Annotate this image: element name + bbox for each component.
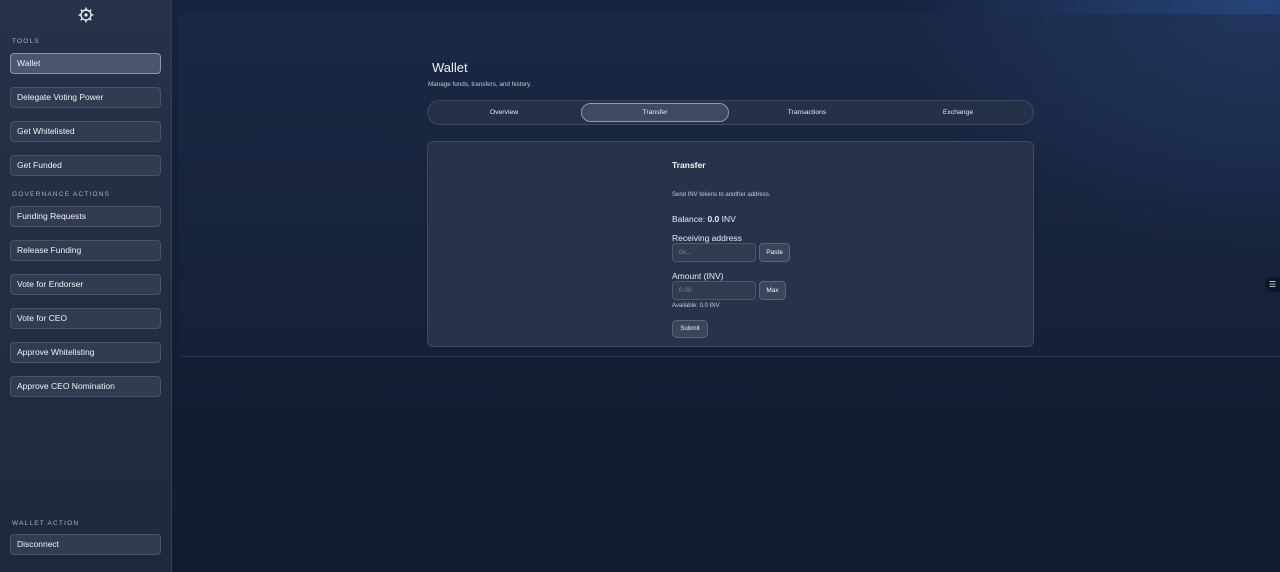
- receiving-address-input[interactable]: 0x...: [672, 243, 756, 262]
- amount-label: Amount (INV): [672, 271, 724, 281]
- sidebar-item-funding-requests[interactable]: Funding Requests: [10, 206, 161, 227]
- page-subtitle: Manage funds, transfers, and history.: [428, 81, 532, 88]
- filter-list-icon: ☰: [1268, 280, 1277, 289]
- sidebar-item-approve-whitelisting[interactable]: Approve Whitelisting: [10, 342, 161, 363]
- transfer-title: Transfer: [672, 160, 706, 170]
- balance-display: Balance: 0.0 INV: [672, 214, 736, 224]
- amount-input[interactable]: 0.00: [672, 281, 756, 300]
- governance-section-label: GOVERNANCE ACTIONS: [12, 191, 111, 198]
- tab-transactions[interactable]: Transactions: [733, 103, 881, 122]
- balance-label: Balance:: [672, 214, 706, 224]
- paste-button[interactable]: Paste: [759, 243, 790, 262]
- tools-section-label: TOOLS: [12, 38, 40, 45]
- page-title: Wallet: [432, 60, 468, 75]
- sidebar-item-delegate-voting-power[interactable]: Delegate Voting Power: [10, 87, 161, 108]
- tab-overview[interactable]: Overview: [430, 103, 578, 122]
- sidebar-item-vote-for-ceo[interactable]: Vote for CEO: [10, 308, 161, 329]
- sidebar-item-vote-for-endorser[interactable]: Vote for Endorser: [10, 274, 161, 295]
- wallet-action-section-label: WALLET ACTION: [12, 520, 80, 527]
- transfer-subtitle: Send INV tokens to another address.: [672, 192, 771, 198]
- tab-transfer[interactable]: Transfer: [581, 103, 729, 122]
- balance-unit: INV: [721, 214, 736, 224]
- sidebar-item-get-funded[interactable]: Get Funded: [10, 155, 161, 176]
- sidebar-item-approve-ceo-nomination[interactable]: Approve CEO Nomination: [10, 376, 161, 397]
- sidebar-item-wallet[interactable]: Wallet: [10, 53, 161, 74]
- receiving-address-label: Receiving address: [672, 233, 742, 243]
- wallet-tabs: Overview Transfer Transactions Exchange: [427, 100, 1034, 125]
- side-panel-toggle[interactable]: ☰: [1265, 277, 1280, 292]
- sidebar-item-get-whitelisted[interactable]: Get Whitelisted: [10, 121, 161, 142]
- available-balance-text: Available: 0.0 INV: [672, 303, 720, 309]
- submit-button[interactable]: Submit: [672, 320, 708, 338]
- sidebar-item-release-funding[interactable]: Release Funding: [10, 240, 161, 261]
- tab-exchange[interactable]: Exchange: [884, 103, 1032, 122]
- gear-logo-icon: [78, 7, 94, 23]
- balance-value: 0.0: [707, 214, 720, 224]
- disconnect-button[interactable]: Disconnect: [10, 534, 161, 555]
- max-button[interactable]: Max: [759, 281, 786, 300]
- app-logo[interactable]: [74, 6, 98, 28]
- sidebar: TOOLS Wallet Delegate Voting Power Get W…: [0, 0, 172, 572]
